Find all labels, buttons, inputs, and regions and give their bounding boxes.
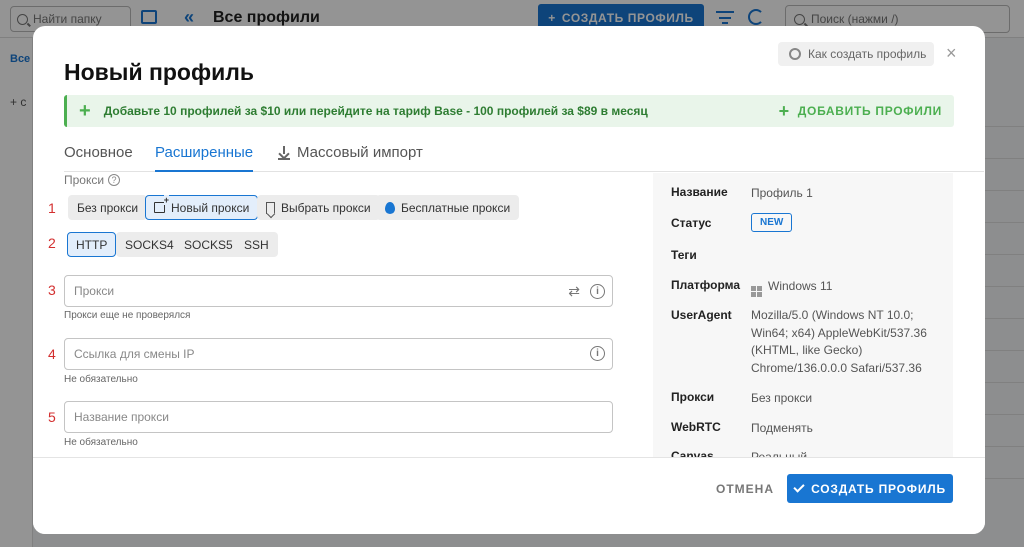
proxy-name-placeholder: Название прокси [74,410,169,424]
proxy-name-hint: Не обязательно [64,437,138,448]
create-profile-label: СОЗДАТЬ ПРОФИЛЬ [811,481,946,496]
windows-icon [751,286,762,297]
protocol-http[interactable]: HTTP [67,232,117,257]
proxy-mode-none[interactable]: Без прокси [68,195,148,220]
tab-basic[interactable]: Основное [64,144,133,172]
summary-value-platform: Windows 11 [751,278,941,297]
chip-label: SOCKS4 [125,237,174,252]
protocol-socks4[interactable]: SOCKS4 [116,232,183,257]
summary-key: WebRTC [671,420,721,434]
add-profiles-button[interactable]: + ДОБАВИТЬ ПРОФИЛИ [779,95,942,127]
summary-key: UserAgent [671,308,732,322]
tab-bulk-import-label: Массовый импорт [297,144,423,161]
check-icon [793,481,805,493]
proxy-name-input[interactable]: Название прокси [64,401,613,433]
proxy-mode-new[interactable]: Новый прокси [145,195,259,220]
step-number: 5 [48,409,56,425]
summary-row-canvas: Canvas Реальный [671,449,941,457]
summary-key: Прокси [671,390,715,404]
summary-key: Название [671,185,728,199]
status-badge: NEW [751,213,793,232]
chip-label: Новый прокси [171,200,250,215]
summary-value [751,248,941,262]
chip-label: SOCKS5 [184,237,233,252]
proxy-section-label: Прокси ? [64,173,121,187]
chip-label: Без прокси [77,200,139,215]
dialog-title: Новый профиль [64,59,254,85]
question-icon[interactable]: ? [108,174,121,186]
summary-row-webrtc: WebRTC Подменять [671,420,941,438]
swap-icon[interactable]: ⇄ [568,283,580,300]
profile-summary: Название Профиль 1 Статус NEW Теги Платф… [653,173,953,457]
chip-label: Выбрать прокси [281,200,371,215]
summary-value: Подменять [751,421,813,435]
dialog-tabs: Основное Расширенные Массовый импорт [64,136,984,172]
chip-label: SSH [244,237,269,252]
info-icon[interactable]: i [590,346,605,361]
summary-value: Реальный [751,450,808,457]
change-ip-icons: i [590,346,605,361]
summary-row-useragent: UserAgent Mozilla/5.0 (Windows NT 10.0; … [671,308,941,377]
summary-value: Профиль 1 [751,186,813,200]
help-icon [789,48,801,60]
upgrade-banner: + Добавьте 10 профилей за $10 или перейд… [64,95,954,127]
summary-row-name: Название Профиль 1 [671,185,941,203]
summary-key: Canvas [671,449,714,457]
step-number: 4 [48,346,56,362]
protocol-socks5[interactable]: SOCKS5 [175,232,242,257]
change-ip-url-input[interactable]: Ссылка для смены IP i [64,338,613,370]
summary-row-status: Статус NEW [671,213,793,232]
plus-icon: + [79,100,91,122]
proxy-input[interactable]: Прокси ⇄ i [64,275,613,307]
summary-row-platform: Платформа Windows 11 [671,278,941,297]
proxy-mode-select[interactable]: Выбрать прокси [257,195,380,220]
change-ip-placeholder: Ссылка для смены IP [74,347,195,361]
how-to-label: Как создать профиль [808,47,927,61]
proxy-mode-free[interactable]: Бесплатные прокси [376,195,520,220]
chip-label: HTTP [76,237,108,252]
protocol-ssh[interactable]: SSH [235,232,278,257]
proxy-input-icons: ⇄ i [568,283,605,300]
summary-key: Платформа [671,278,741,292]
create-profile-button[interactable]: СОЗДАТЬ ПРОФИЛЬ [787,474,953,503]
summary-row-tags: Теги [671,248,941,262]
download-icon [278,146,290,160]
summary-key: Статус [671,215,712,230]
summary-row-proxy: Прокси Без прокси [671,390,941,408]
proxy-label-text: Прокси [64,173,105,187]
proxy-form: Прокси ? 1 Без прокси Новый прокси Выбра… [33,173,653,457]
tab-advanced[interactable]: Расширенные [155,144,254,172]
change-ip-hint: Не обязательно [64,374,138,385]
chip-label: Бесплатные прокси [401,200,511,215]
plus-icon: + [778,101,790,121]
platform-text: Windows 11 [768,279,833,293]
new-profile-dialog: Новый профиль Как создать профиль × + До… [33,26,985,534]
banner-text: Добавьте 10 профилей за $10 или перейдит… [103,104,648,118]
step-number: 3 [48,282,56,298]
info-icon[interactable]: i [590,284,605,299]
new-proxy-icon [154,195,169,213]
how-to-create-profile-button[interactable]: Как создать профиль [778,42,934,66]
add-profiles-label: ДОБАВИТЬ ПРОФИЛИ [797,104,942,118]
bookmark-icon [266,201,275,214]
tab-bulk-import[interactable]: Массовый импорт [278,144,423,172]
proxy-input-placeholder: Прокси [74,284,115,298]
proxy-hint: Прокси еще не проверялся [64,310,191,321]
close-icon[interactable]: × [946,43,957,63]
summary-key: Теги [671,248,697,262]
flame-icon [385,201,395,214]
summary-value: Mozilla/5.0 (Windows NT 10.0; Win64; x64… [751,308,927,375]
step-number: 2 [48,235,56,251]
summary-value: Без прокси [751,391,813,405]
cancel-button[interactable]: ОТМЕНА [716,482,774,496]
step-number: 1 [48,200,56,216]
dialog-footer: ОТМЕНА СОЗДАТЬ ПРОФИЛЬ [33,457,985,534]
